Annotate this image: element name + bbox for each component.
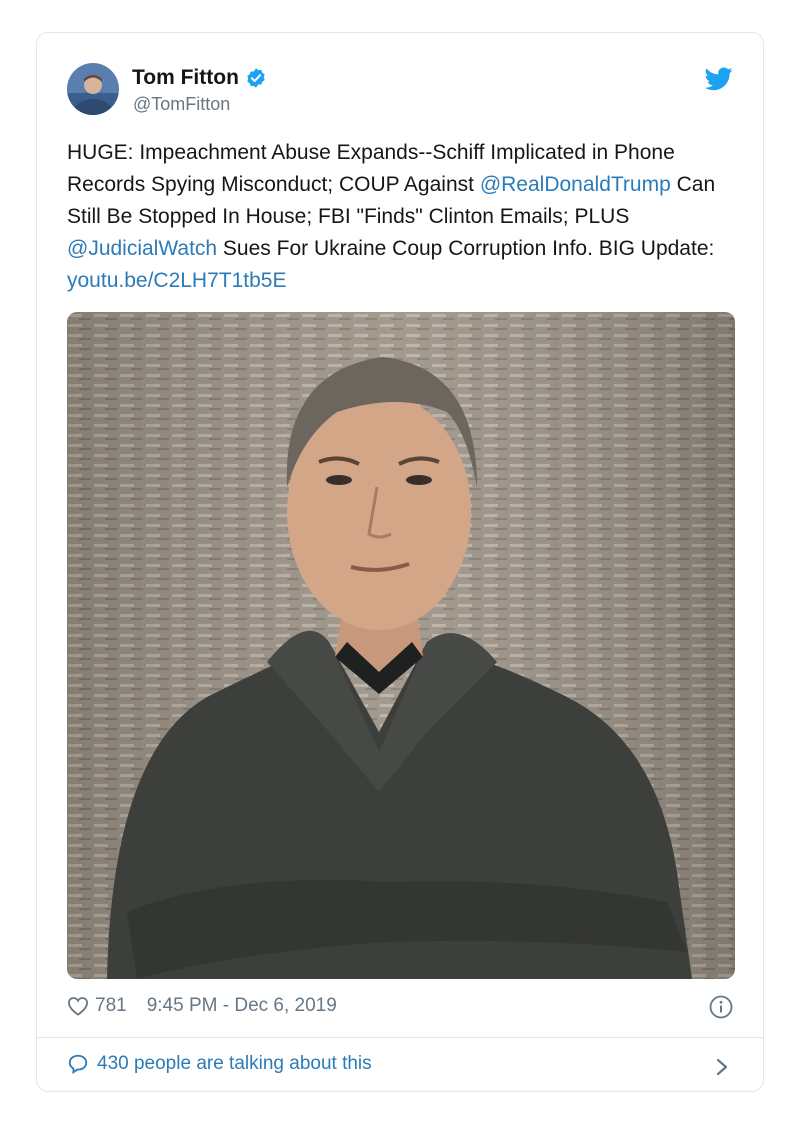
url-link[interactable]: youtu.be/C2LH7T1tb5E — [67, 269, 286, 292]
chevron-right-icon[interactable] — [715, 1056, 729, 1078]
mention-link[interactable]: @JudicialWatch — [67, 237, 217, 260]
heart-icon[interactable] — [67, 996, 89, 1016]
speech-bubble-icon — [68, 1054, 88, 1074]
tweet-text-part: Sues For Ukraine Coup Corruption Info. B… — [217, 237, 715, 260]
conversation-link[interactable]: 430 people are talking about this — [67, 1053, 372, 1075]
tweet-photo[interactable] — [67, 312, 735, 979]
conversation-label: 430 people are talking about this — [97, 1053, 372, 1074]
tweet-text: HUGE: Impeachment Abuse Expands--Schiff … — [67, 137, 717, 297]
tweet-card: Tom Fitton @TomFitton HUGE: Impeachment … — [36, 32, 764, 1092]
mention-link[interactable]: @RealDonaldTrump — [480, 173, 671, 196]
avatar[interactable] — [67, 63, 119, 115]
timestamp[interactable]: 9:45 PM - Dec 6, 2019 — [147, 995, 337, 1017]
author-name[interactable]: Tom Fitton — [132, 66, 239, 90]
verified-badge-icon — [247, 68, 265, 88]
author-handle[interactable]: @TomFitton — [133, 94, 230, 115]
info-icon[interactable] — [709, 995, 733, 1019]
like-count[interactable]: 781 — [95, 995, 127, 1017]
divider — [37, 1037, 763, 1038]
twitter-bird-icon[interactable] — [705, 67, 733, 91]
